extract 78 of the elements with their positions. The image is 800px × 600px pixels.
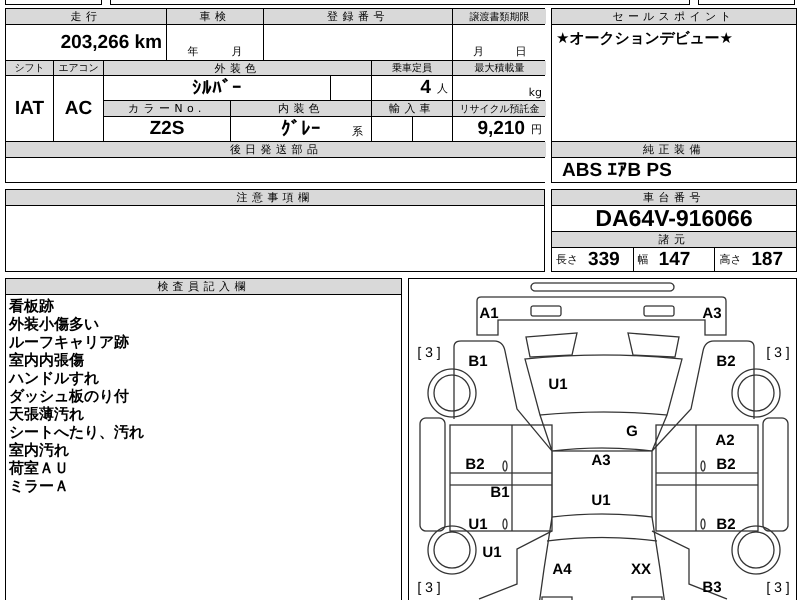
damage-code: A1 xyxy=(479,305,499,322)
column-header: 走行 xyxy=(6,9,166,24)
damage-code: XX xyxy=(630,561,651,578)
recycling-deposit-value: 9,210 xyxy=(477,118,525,140)
damage-code: U1 xyxy=(591,492,611,509)
equipment-value: ABS ｴｱB PS xyxy=(561,158,672,182)
spec-label: 幅 xyxy=(638,252,649,267)
column-header: 純正装備 xyxy=(552,142,796,157)
column-header: 輸入車 xyxy=(372,101,452,116)
inspector-note: 荷室ＡＵ xyxy=(9,459,69,477)
damage-code: B2 xyxy=(465,456,485,473)
spec-value: 339 xyxy=(588,248,620,270)
column-header: 内装色 xyxy=(231,101,371,116)
shift-value: IAT xyxy=(6,76,53,141)
currency-unit: 円 xyxy=(531,122,542,136)
column-header: 注意事項欄 xyxy=(6,190,544,205)
air-conditioner-value: AC xyxy=(54,76,103,141)
tire-tread-rating: [ 3 ] xyxy=(417,344,441,360)
damage-code: B1 xyxy=(490,484,510,501)
month-unit: 月 xyxy=(232,44,242,59)
chassis-number: DA64V-916066 xyxy=(595,205,753,232)
damage-code: B2 xyxy=(716,516,736,533)
spec-value: 187 xyxy=(751,248,784,270)
capacity-value: 4 xyxy=(420,77,431,99)
damage-code: A2 xyxy=(715,432,735,449)
color-suffix: 系 xyxy=(352,124,363,139)
damage-code: B2 xyxy=(716,456,736,473)
damage-code: A3 xyxy=(591,452,611,469)
damage-code: U1 xyxy=(482,544,502,561)
column-header: エアコン xyxy=(54,61,103,75)
color-number-value: Z2S xyxy=(104,117,230,141)
mileage-value: 203,266 km xyxy=(60,32,162,54)
month-unit: 月 xyxy=(472,44,484,59)
inspector-note: 室内汚れ xyxy=(9,441,69,459)
inspector-note: シートへたり、汚れ xyxy=(9,423,144,441)
damage-code: U1 xyxy=(468,516,488,533)
column-header: 譲渡書類期限 xyxy=(453,9,546,24)
column-header: 最大積載量 xyxy=(453,61,546,75)
inspector-note: ルーフキャリア跡 xyxy=(9,333,129,351)
column-header: 車台番号 xyxy=(552,190,796,205)
spec-label: 長さ xyxy=(556,252,578,267)
column-header: カラーNo. xyxy=(104,101,230,116)
inspector-note: 外装小傷多い xyxy=(9,315,99,333)
damage-code: A4 xyxy=(552,561,572,578)
year-unit: 年 xyxy=(188,44,198,59)
spec-value: 147 xyxy=(658,248,690,270)
column-header: 後日発送部品 xyxy=(6,142,546,157)
column-header: セールスポイント xyxy=(552,9,796,24)
column-header: リサイクル預託金 xyxy=(453,101,546,116)
inspector-note: ハンドルすれ xyxy=(9,369,99,387)
column-header: 外装色 xyxy=(104,61,371,75)
column-header: 検査員記入欄 xyxy=(6,279,401,294)
damage-code: A3 xyxy=(702,305,722,322)
day-unit: 日 xyxy=(515,44,526,59)
damage-code: B3 xyxy=(702,579,722,596)
damage-code: G xyxy=(626,423,638,440)
spec-label: 高さ xyxy=(719,252,742,267)
inspector-note: 天張薄汚れ xyxy=(9,405,84,423)
tire-tread-rating: [ 3 ] xyxy=(417,579,441,595)
inspector-note: 看板跡 xyxy=(9,297,54,315)
column-header: 乗車定員 xyxy=(372,61,452,75)
sales-point-text: ★オークションデビュー★ xyxy=(556,29,733,48)
column-header: 登録番号 xyxy=(264,9,452,24)
capacity-unit: 人 xyxy=(437,80,448,96)
inspector-note: ミラーＡ xyxy=(9,477,69,495)
inspector-note: 室内内張傷 xyxy=(9,351,84,369)
inspector-note: ダッシュ板のり付 xyxy=(9,387,129,405)
column-header: 車検 xyxy=(167,9,263,24)
damage-code: B1 xyxy=(468,353,488,370)
tire-tread-rating: [ 3 ] xyxy=(766,344,790,360)
damage-code: B2 xyxy=(716,353,736,370)
exterior-color-value: ｼﾙﾊﾞｰ xyxy=(104,76,330,100)
column-header: シフト xyxy=(6,61,53,75)
interior-color-value: ｸﾞﾚｰ xyxy=(281,118,321,140)
load-unit: kg xyxy=(528,86,542,99)
tire-tread-rating: [ 3 ] xyxy=(766,579,790,595)
column-header: 諸元 xyxy=(552,232,796,247)
damage-code: U1 xyxy=(548,376,568,393)
